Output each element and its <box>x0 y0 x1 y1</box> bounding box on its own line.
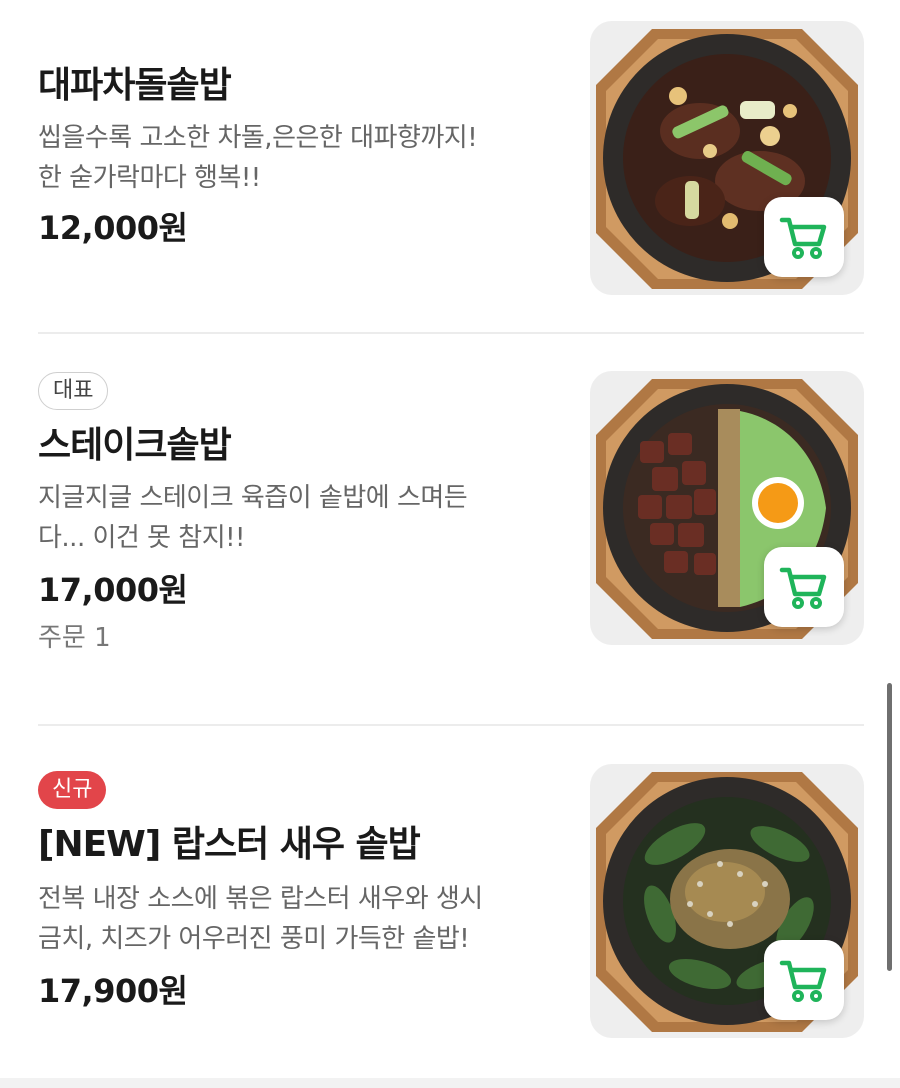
menu-item-name: 대파차돌솥밥 <box>38 65 232 106</box>
description-line: 씹을수록 고소한 차돌,은은한 대파향까지! <box>38 123 478 153</box>
menu-item-description: 전복 내장 소스에 볶은 랍스터 새우와 생시 금치, 치즈가 어우러진 풍미 … <box>38 879 558 959</box>
menu-item-price: 17,000원 <box>38 571 188 609</box>
description-line: 한 숟가락마다 행복!! <box>38 163 261 193</box>
add-to-cart-button[interactable] <box>764 940 844 1020</box>
description-line: 금치, 치즈가 어우러진 풍미 가득한 솥밥! <box>38 924 470 954</box>
section-separator <box>0 1078 900 1088</box>
menu-item-name: [NEW] 랍스터 새우 솥밥 <box>38 824 421 865</box>
description-line: 지글지글 스테이크 육즙이 솥밥에 스며든 <box>38 483 468 513</box>
menu-item-price: 17,900원 <box>38 972 188 1010</box>
menu-item-price: 12,000원 <box>38 209 188 247</box>
shopping-cart-icon <box>779 960 827 1002</box>
menu-item-photo[interactable] <box>590 21 864 295</box>
description-line: 전복 내장 소스에 볶은 랍스터 새우와 생시 <box>38 884 483 914</box>
shopping-cart-icon <box>779 567 827 609</box>
menu-item-photo[interactable] <box>590 371 864 645</box>
menu-item-lobster-shrimp[interactable]: 신규 [NEW] 랍스터 새우 솥밥 전복 내장 소스에 볶은 랍스터 새우와 … <box>0 726 900 1076</box>
menu-item-name: 스테이크솥밥 <box>38 425 232 466</box>
signature-badge: 대표 <box>38 372 109 410</box>
new-badge: 신규 <box>38 771 107 809</box>
order-count: 주문 1 <box>38 623 111 653</box>
description-line: 다... 이건 못 참지!! <box>38 523 245 553</box>
add-to-cart-button[interactable] <box>764 547 844 627</box>
add-to-cart-button[interactable] <box>764 197 844 277</box>
menu-item-description: 씹을수록 고소한 차돌,은은한 대파향까지! 한 숟가락마다 행복!! <box>38 118 558 198</box>
scrollbar[interactable] <box>887 683 892 971</box>
menu-item-chadol[interactable]: 대파차돌솥밥 씹을수록 고소한 차돌,은은한 대파향까지! 한 숟가락마다 행복… <box>0 0 900 330</box>
menu-item-photo[interactable] <box>590 764 864 1038</box>
shopping-cart-icon <box>779 217 827 259</box>
menu-item-description: 지글지글 스테이크 육즙이 솥밥에 스며든 다... 이건 못 참지!! <box>38 478 558 558</box>
menu-item-steak[interactable]: 대표 스테이크솥밥 지글지글 스테이크 육즙이 솥밥에 스며든 다... 이건 … <box>0 334 900 724</box>
